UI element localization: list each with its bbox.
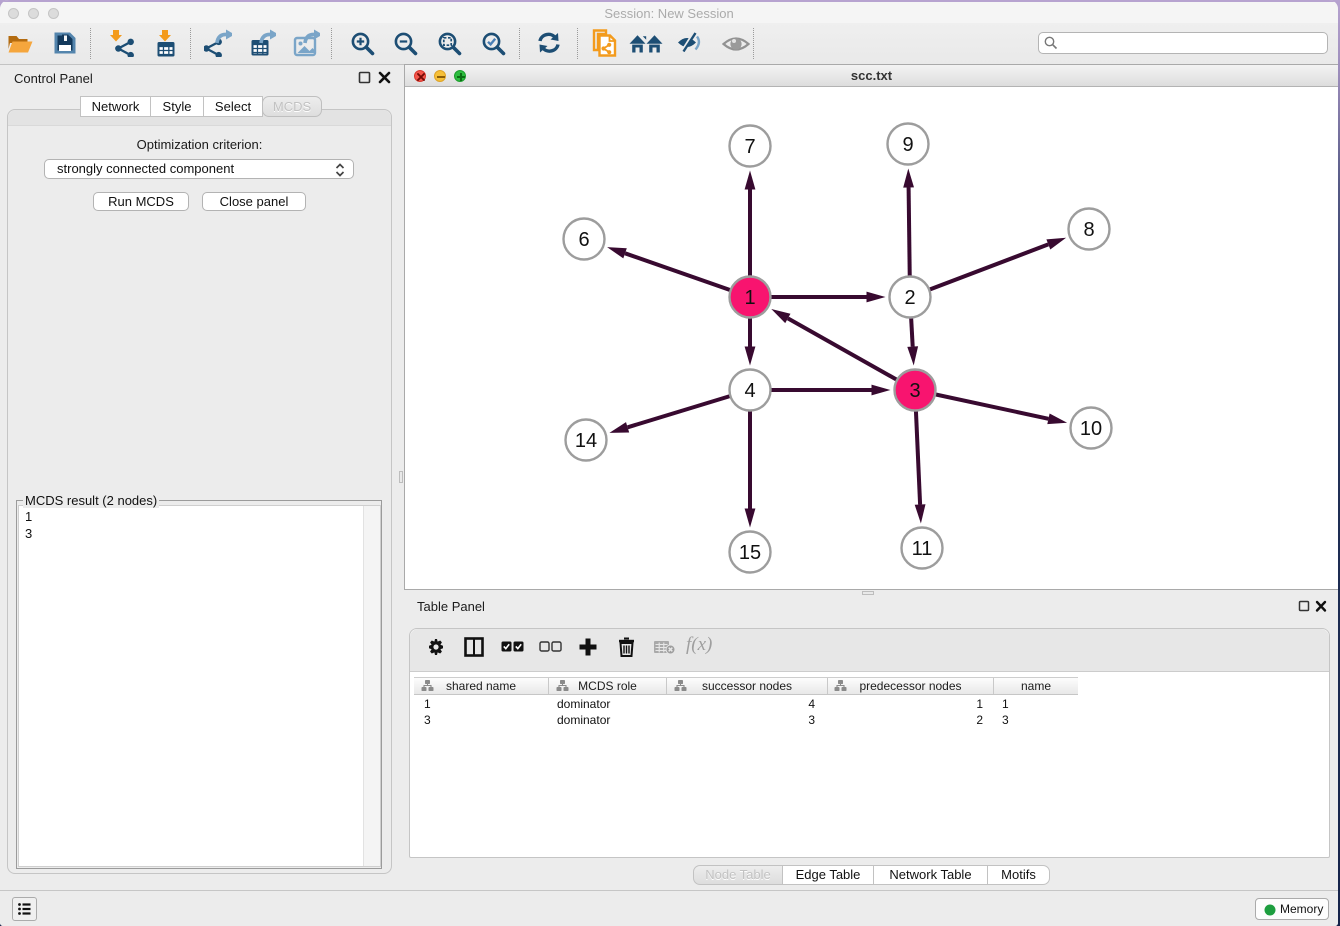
svg-text:2: 2 <box>904 287 915 309</box>
svg-text:8: 8 <box>1083 219 1094 241</box>
svg-text:4: 4 <box>744 380 755 402</box>
svg-text:14: 14 <box>575 430 597 452</box>
svg-text:11: 11 <box>912 538 933 560</box>
svg-text:7: 7 <box>744 136 755 158</box>
svg-text:10: 10 <box>1080 418 1102 440</box>
svg-text:1: 1 <box>744 287 755 309</box>
svg-text:9: 9 <box>902 134 913 156</box>
svg-text:6: 6 <box>578 229 589 251</box>
svg-text:3: 3 <box>909 380 920 402</box>
svg-text:15: 15 <box>739 542 761 564</box>
